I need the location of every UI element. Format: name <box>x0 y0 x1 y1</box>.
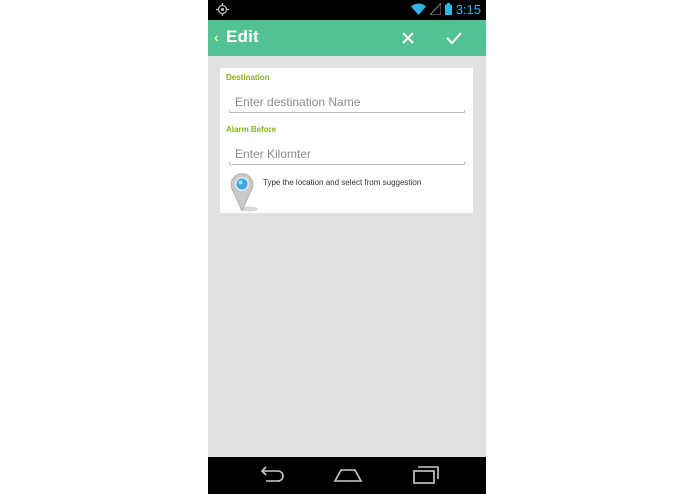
action-bar: ‹ Edit <box>208 20 486 56</box>
check-icon <box>446 32 462 45</box>
close-button[interactable] <box>398 28 418 48</box>
clock: 3:15 <box>455 2 481 17</box>
alarm-distance-input[interactable] <box>229 143 465 165</box>
hint-text: Type the location and select from sugges… <box>263 178 422 187</box>
destination-input[interactable] <box>229 91 465 113</box>
back-chevron-icon[interactable]: ‹ <box>214 29 219 45</box>
back-icon[interactable] <box>254 465 286 485</box>
close-icon <box>402 32 414 44</box>
status-bar: 3:15 <box>208 0 486 20</box>
battery-icon <box>444 2 452 18</box>
field-underline-tick <box>229 110 230 113</box>
done-button[interactable] <box>444 28 464 48</box>
wifi-icon <box>410 3 426 18</box>
page-title[interactable]: Edit <box>226 27 259 47</box>
alarm-before-label: Alarm Before <box>226 125 277 134</box>
field-underline-tick <box>229 162 230 165</box>
phone-screen: 3:15 ‹ Edit Destination Alarm Before <box>208 0 486 494</box>
signal-icon <box>428 1 442 18</box>
edit-form-card: Destination Alarm Before Type the locati… <box>220 68 473 213</box>
field-underline-tick <box>464 110 465 113</box>
home-icon[interactable] <box>332 465 364 485</box>
recents-icon[interactable] <box>410 465 442 485</box>
hint-row: Type the location and select from sugges… <box>230 173 470 213</box>
navigation-bar <box>208 457 486 494</box>
gps-icon <box>216 3 229 19</box>
destination-label: Destination <box>226 73 270 82</box>
field-underline-tick <box>464 162 465 165</box>
map-pin-icon <box>230 173 260 218</box>
